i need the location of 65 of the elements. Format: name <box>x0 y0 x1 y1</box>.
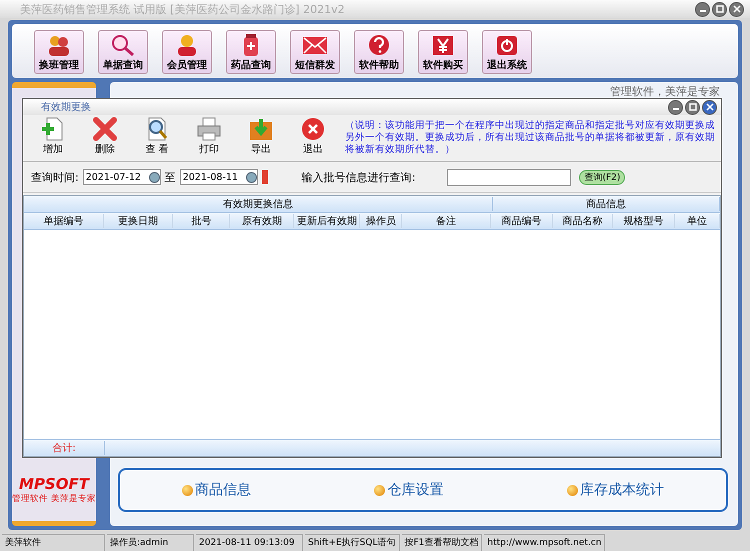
column-header[interactable]: 更新后有效期 <box>294 214 360 228</box>
column-group-header: 商品信息 <box>493 197 720 211</box>
minimize-button[interactable] <box>695 2 710 16</box>
toolbar-button[interactable]: 单据查询 <box>98 30 148 74</box>
maximize-button[interactable] <box>685 100 700 114</box>
column-header[interactable]: 备注 <box>402 214 491 228</box>
toolbar-button[interactable]: 软件帮助 <box>354 30 404 74</box>
total-label: 合计: <box>24 441 105 455</box>
status-text: Shift+E执行SQL语句 <box>305 534 400 551</box>
shortcut-link[interactable]: 商品信息 <box>182 481 251 499</box>
maximize-button[interactable] <box>712 2 727 16</box>
column-header[interactable]: 批号 <box>173 214 230 228</box>
toolbar-button[interactable]: 增加 <box>33 116 73 160</box>
window-title: 美萍医药销售管理系统 试用版 [美萍医药公司金水路门诊] 2021v2 <box>20 2 345 16</box>
status-text: 美萍软件 <box>2 534 105 551</box>
toolbar-button[interactable]: 导出 <box>241 116 281 160</box>
column-header[interactable]: 单位 <box>674 214 720 228</box>
close-button[interactable] <box>702 100 717 114</box>
column-header[interactable]: 操作员 <box>360 214 402 228</box>
field-label: 查询时间: <box>31 170 79 184</box>
toolbar-button[interactable]: 会员管理 <box>162 30 212 74</box>
column-header[interactable]: 单据编号 <box>24 214 104 228</box>
column-header[interactable]: 原有效期 <box>230 214 294 228</box>
toolbar-button[interactable]: 退出系统 <box>482 30 532 74</box>
column-header[interactable]: 商品编号 <box>490 214 553 228</box>
toolbar-button[interactable]: 退出 <box>293 116 333 160</box>
close-button[interactable] <box>729 2 744 16</box>
status-text: 2021-08-11 09:13:09 <box>196 534 303 551</box>
maximize-icon <box>714 4 724 14</box>
column-group-header: 有效期更换信息 <box>24 197 493 211</box>
exit-icon <box>299 116 327 142</box>
batch-input-field[interactable] <box>447 168 572 186</box>
minimize-button[interactable] <box>668 100 683 114</box>
dialog-title: 有效期更换 <box>41 100 91 114</box>
export-icon <box>247 116 275 142</box>
toolbar-button[interactable]: 短信群发 <box>290 30 340 74</box>
toolbar-button[interactable]: 打印 <box>189 116 229 160</box>
print-icon <box>195 116 223 142</box>
column-header[interactable]: 规格型号 <box>612 214 675 228</box>
status-text: http://www.mpsoft.net.cn <box>484 534 606 551</box>
logo: MPSOFT <box>19 475 89 493</box>
date-field[interactable]: 2021-08-11 <box>180 169 258 185</box>
tagline: 管理软件 美萍是专家 <box>12 493 96 505</box>
slogan: 管理软件，美萍是专家 <box>610 84 720 99</box>
column-header[interactable]: 商品名称 <box>552 214 613 228</box>
field-label: 输入批号信息进行查询: <box>302 170 416 184</box>
dropdown-button[interactable] <box>262 170 268 184</box>
close-icon <box>732 4 742 14</box>
toolbar-button[interactable]: 药品查询 <box>226 30 276 74</box>
field-label: 至 <box>164 170 176 184</box>
close-icon <box>704 102 714 112</box>
delete-icon <box>91 116 119 142</box>
maximize-icon <box>688 102 698 112</box>
shortcut-link[interactable]: 库存成本统计 <box>567 481 664 499</box>
status-text: 按F1查看帮助文档 <box>402 534 482 551</box>
column-header[interactable]: 更换日期 <box>104 214 174 228</box>
query-button[interactable]: 查询(F2) <box>579 170 626 184</box>
toolbar-button[interactable]: 删除 <box>85 116 125 160</box>
toolbar-button[interactable]: 换班管理 <box>34 30 84 74</box>
shortcut-link[interactable]: 仓库设置 <box>374 481 444 499</box>
description-text: （说明：该功能用于把一个在程序中出现过的指定商品和指定批号对应有效期更换成另外一个有效期。更换成功后，所有出现过该商品批号的单据将都被更新，原有效期将被新有效期所代替。） <box>345 120 716 156</box>
date-field[interactable]: 2021-07-12 <box>82 169 161 185</box>
status-text: 操作员:admin <box>107 534 194 551</box>
toolbar-button[interactable]: 软件购买 <box>418 30 468 74</box>
toolbar-button[interactable]: 查 看 <box>137 116 177 160</box>
